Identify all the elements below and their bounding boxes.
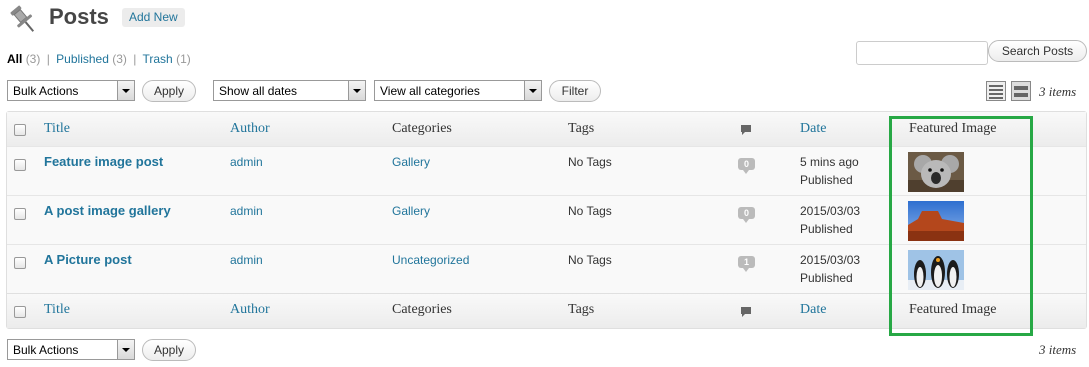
comment-count-badge[interactable]: 0 bbox=[738, 207, 755, 223]
post-author-link[interactable]: admin bbox=[230, 204, 263, 218]
separator: | bbox=[46, 52, 50, 66]
post-category-link[interactable]: Gallery bbox=[392, 204, 430, 218]
post-status: Published bbox=[800, 222, 853, 236]
status-filter-links: All (3) | Published (3) | Trash (1) bbox=[7, 52, 191, 66]
post-date: 2015/03/03 bbox=[800, 253, 861, 267]
date-filter-select[interactable]: Show all dates bbox=[213, 80, 366, 101]
post-author-link[interactable]: admin bbox=[230, 253, 263, 267]
post-tags: No Tags bbox=[568, 204, 612, 218]
post-tags: No Tags bbox=[568, 253, 612, 267]
row-checkbox[interactable] bbox=[14, 208, 26, 220]
category-filter-select[interactable]: View all categories bbox=[374, 80, 542, 101]
chevron-down-icon bbox=[117, 340, 134, 359]
filter-trash-link[interactable]: Trash bbox=[143, 52, 173, 66]
filter-all-link[interactable]: All bbox=[7, 52, 22, 66]
chevron-down-icon bbox=[524, 81, 541, 100]
items-count: 3 items bbox=[1039, 342, 1077, 357]
date-filter-value: Show all dates bbox=[219, 84, 298, 98]
pushpin-icon bbox=[10, 5, 35, 32]
row-checkbox[interactable] bbox=[14, 159, 26, 171]
comment-count-badge[interactable]: 1 bbox=[738, 256, 755, 272]
post-title-link[interactable]: Feature image post bbox=[44, 154, 163, 169]
select-all-checkbox[interactable] bbox=[14, 306, 26, 318]
featured-image-column-highlight bbox=[889, 116, 1033, 336]
comment-count-badge[interactable]: 0 bbox=[738, 158, 755, 174]
post-title-link[interactable]: A Picture post bbox=[44, 252, 132, 267]
items-count: 3 items bbox=[1039, 84, 1077, 99]
column-date[interactable]: Date bbox=[800, 121, 826, 137]
column-title[interactable]: Title bbox=[44, 302, 70, 318]
excerpt-view-icon[interactable] bbox=[1011, 81, 1031, 101]
add-new-button[interactable]: Add New bbox=[122, 8, 185, 27]
post-category-link[interactable]: Uncategorized bbox=[392, 253, 469, 267]
chevron-down-icon bbox=[117, 81, 134, 100]
column-author[interactable]: Author bbox=[230, 302, 270, 318]
column-tags: Tags bbox=[568, 121, 595, 136]
chevron-down-icon bbox=[348, 81, 365, 100]
bulk-actions-value: Bulk Actions bbox=[13, 84, 79, 98]
separator: | bbox=[133, 52, 137, 66]
comment-bubble-icon[interactable] bbox=[740, 124, 752, 136]
filter-published-link[interactable]: Published bbox=[56, 52, 109, 66]
search-input[interactable] bbox=[856, 41, 988, 65]
comment-bubble-icon[interactable] bbox=[740, 306, 752, 318]
post-title-link[interactable]: A post image gallery bbox=[44, 203, 171, 218]
column-categories: Categories bbox=[392, 302, 452, 317]
category-filter-value: View all categories bbox=[380, 84, 480, 98]
apply-button-top[interactable]: Apply bbox=[142, 80, 196, 102]
bulk-actions-value: Bulk Actions bbox=[13, 343, 79, 357]
bulk-actions-select-bottom[interactable]: Bulk Actions bbox=[7, 339, 135, 360]
filter-all-count: (3) bbox=[25, 52, 41, 66]
post-status: Published bbox=[800, 173, 853, 187]
column-categories: Categories bbox=[392, 121, 452, 136]
filter-published-count: (3) bbox=[112, 52, 127, 66]
list-view-icon[interactable] bbox=[986, 81, 1006, 101]
page-title: Posts bbox=[49, 4, 109, 29]
row-checkbox[interactable] bbox=[14, 257, 26, 269]
column-author[interactable]: Author bbox=[230, 121, 270, 137]
column-title[interactable]: Title bbox=[44, 121, 70, 137]
post-category-link[interactable]: Gallery bbox=[392, 155, 430, 169]
bulk-actions-select-top[interactable]: Bulk Actions bbox=[7, 80, 135, 101]
apply-button-bottom[interactable]: Apply bbox=[142, 339, 196, 361]
post-status: Published bbox=[800, 271, 853, 285]
post-date: 2015/03/03 bbox=[800, 204, 861, 218]
filter-button[interactable]: Filter bbox=[549, 80, 601, 102]
post-tags: No Tags bbox=[568, 155, 612, 169]
post-author-link[interactable]: admin bbox=[230, 155, 263, 169]
column-tags: Tags bbox=[568, 302, 595, 317]
search-posts-button[interactable]: Search Posts bbox=[988, 40, 1087, 62]
post-date: 5 mins ago bbox=[800, 155, 859, 169]
filter-trash-count: (1) bbox=[176, 52, 191, 66]
select-all-checkbox[interactable] bbox=[14, 124, 26, 136]
column-date[interactable]: Date bbox=[800, 302, 826, 318]
